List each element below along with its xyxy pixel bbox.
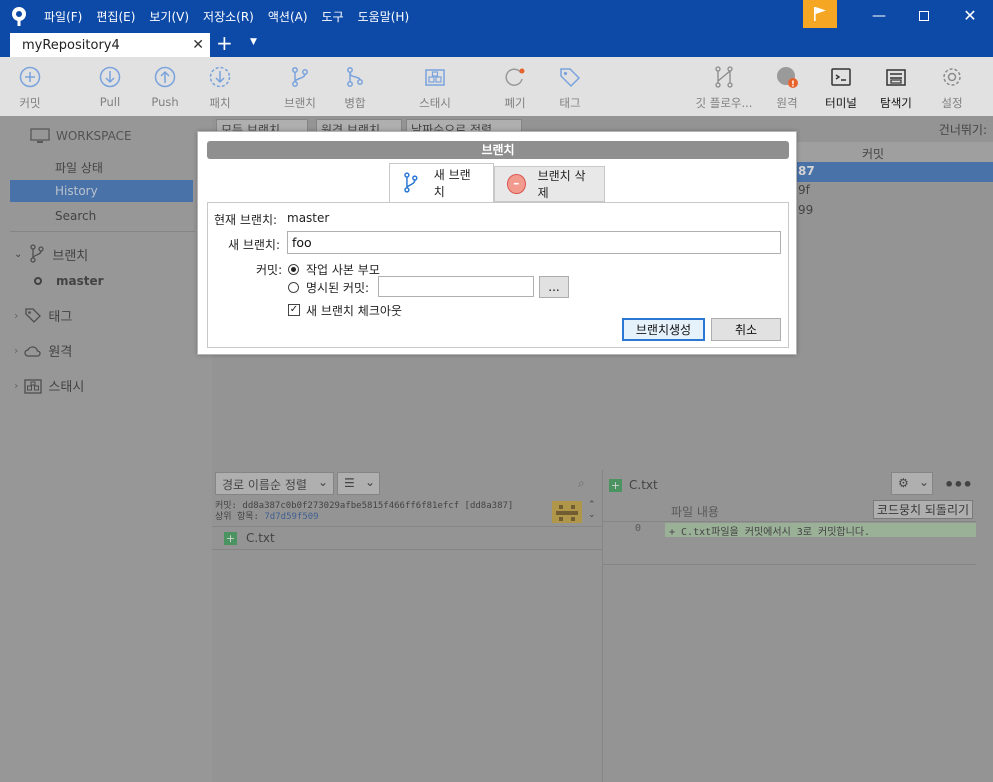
cancel-label: 취소 [734, 323, 758, 337]
commit-label: 커밋 [19, 96, 41, 110]
close-window-button[interactable]: ✕ [947, 0, 993, 31]
radio-working-copy-parent[interactable] [288, 264, 299, 275]
current-branch-label: 현재 브랜치: [214, 213, 278, 227]
settings-label: 설정 [941, 96, 963, 110]
maximize-button[interactable] [901, 0, 947, 31]
stash-icon [425, 69, 445, 86]
tag-icon [560, 68, 581, 88]
branch-icon [292, 67, 308, 87]
radio-specified-commit[interactable] [288, 282, 299, 293]
tab-close-icon[interactable]: ✕ [192, 37, 204, 53]
delete-icon: – [507, 174, 526, 194]
gear-icon [943, 68, 961, 86]
pull-label: Pull [99, 95, 121, 109]
tag-label: 태그 [559, 96, 581, 110]
menu-file[interactable]: 파일(F) [44, 8, 82, 25]
menu-view[interactable]: 보기(V) [149, 8, 189, 25]
push-button[interactable]: Push [135, 65, 195, 109]
dialog-title: 브랜치 [207, 141, 789, 159]
pull-icon [99, 66, 121, 88]
create-branch-label: 브랜치생성 [635, 323, 692, 337]
tab-title: myRepository4 [22, 38, 120, 53]
tab-delete-branch[interactable]: – 브랜치 삭제 [494, 166, 605, 202]
remote-label: 원격 [776, 96, 798, 110]
close-icon: ✕ [963, 6, 977, 25]
merge-button[interactable]: 병합 [325, 65, 385, 111]
menu-repository[interactable]: 저장소(R) [203, 8, 254, 25]
tag-button[interactable]: 태그 [540, 65, 600, 111]
merge-label: 병합 [344, 96, 366, 110]
explorer-label: 탐색기 [880, 96, 912, 110]
flag-button[interactable] [803, 0, 837, 28]
branch-icon [404, 172, 418, 193]
menu-actions[interactable]: 액션(A) [268, 8, 308, 25]
tab-bar: myRepository4 ✕ + ▼ [0, 31, 993, 57]
discard-icon [505, 68, 525, 86]
stash-label: 스태시 [419, 96, 451, 110]
discard-label: 폐기 [504, 96, 526, 110]
menu-help[interactable]: 도움말(H) [358, 8, 410, 25]
sourcetree-logo-icon [12, 7, 26, 26]
stash-button[interactable]: 스태시 [405, 65, 465, 111]
flag-icon [814, 7, 826, 21]
checkout-label: 새 브랜치 체크아웃 [306, 304, 402, 318]
commit-icon [19, 66, 41, 88]
menu-tools[interactable]: 도구 [322, 8, 344, 25]
terminal-button[interactable]: 터미널 [811, 65, 871, 111]
cancel-button[interactable]: 취소 [711, 318, 781, 341]
merge-icon [347, 67, 363, 87]
settings-button[interactable]: 설정 [922, 65, 982, 111]
terminal-icon [831, 68, 851, 86]
discard-button[interactable]: 폐기 [485, 65, 545, 111]
tab-new-branch[interactable]: 새 브랜치 [389, 163, 494, 202]
gitflow-label: 깃 플로우... [695, 96, 753, 110]
fetch-button[interactable]: 패치 [190, 65, 250, 111]
branch-dialog: 브랜치 새 브랜치 – 브랜치 삭제 현재 브랜치: master 새 브랜치:… [197, 131, 797, 355]
tab-delete-branch-label: 브랜치 삭제 [537, 169, 586, 200]
new-branch-input[interactable]: foo [287, 231, 781, 254]
new-branch-input-value: foo [292, 235, 312, 250]
new-branch-label: 새 브랜치: [228, 238, 281, 252]
create-branch-button[interactable]: 브랜치생성 [622, 318, 705, 341]
tab-new-branch-label: 새 브랜치 [433, 168, 471, 199]
branch-button[interactable]: 브랜치 [270, 65, 330, 111]
specified-commit-input[interactable] [378, 276, 534, 297]
branch-label: 브랜치 [284, 96, 316, 110]
working-copy-parent-label: 작업 사본 부모 [306, 263, 380, 277]
current-branch-value: master [287, 211, 330, 225]
minimize-button[interactable]: — [856, 0, 902, 31]
commit-button[interactable]: 커밋 [0, 65, 60, 111]
push-icon [154, 66, 176, 88]
checkmark-icon: ✓ [289, 304, 299, 315]
gitflow-icon [715, 66, 733, 88]
tab-dropdown-icon[interactable]: ▼ [250, 37, 257, 47]
fetch-icon [209, 66, 231, 88]
push-label: Push [151, 95, 179, 109]
terminal-label: 터미널 [825, 96, 857, 110]
pull-button[interactable]: Pull [80, 65, 140, 109]
globe-warning-icon: ! [777, 67, 798, 89]
minimize-icon: — [872, 7, 886, 24]
new-branch-panel: 현재 브랜치: master 새 브랜치: foo 커밋: 작업 사본 부모 명… [207, 202, 789, 348]
browse-commit-button[interactable]: ... [539, 276, 569, 298]
commit-label: 커밋: [256, 263, 283, 277]
checkout-checkbox[interactable]: ✓ [288, 304, 300, 316]
browse-label: ... [548, 280, 560, 294]
explorer-icon [886, 69, 906, 86]
menu-edit[interactable]: 편집(E) [96, 8, 135, 25]
svg-text:!: ! [791, 80, 795, 89]
tab-repository[interactable]: myRepository4 ✕ [10, 33, 210, 57]
maximize-icon [919, 10, 929, 21]
gitflow-button[interactable]: 깃 플로우... [688, 65, 760, 111]
remote-button[interactable]: ! 원격 [757, 65, 817, 111]
title-bar: 파일(F) 편집(E) 보기(V) 저장소(R) 액션(A) 도구 도움말(H)… [0, 0, 993, 31]
explorer-button[interactable]: 탐색기 [866, 65, 926, 111]
add-tab-icon[interactable]: + [216, 33, 233, 53]
toolbar: 커밋 Pull Push 패치 브랜치 병합 스태시 폐기 태그 깃 플로우..… [0, 57, 993, 116]
specified-commit-label: 명시된 커밋: [306, 281, 370, 295]
menu-bar: 파일(F) 편집(E) 보기(V) 저장소(R) 액션(A) 도구 도움말(H) [44, 8, 409, 25]
fetch-label: 패치 [209, 96, 231, 110]
